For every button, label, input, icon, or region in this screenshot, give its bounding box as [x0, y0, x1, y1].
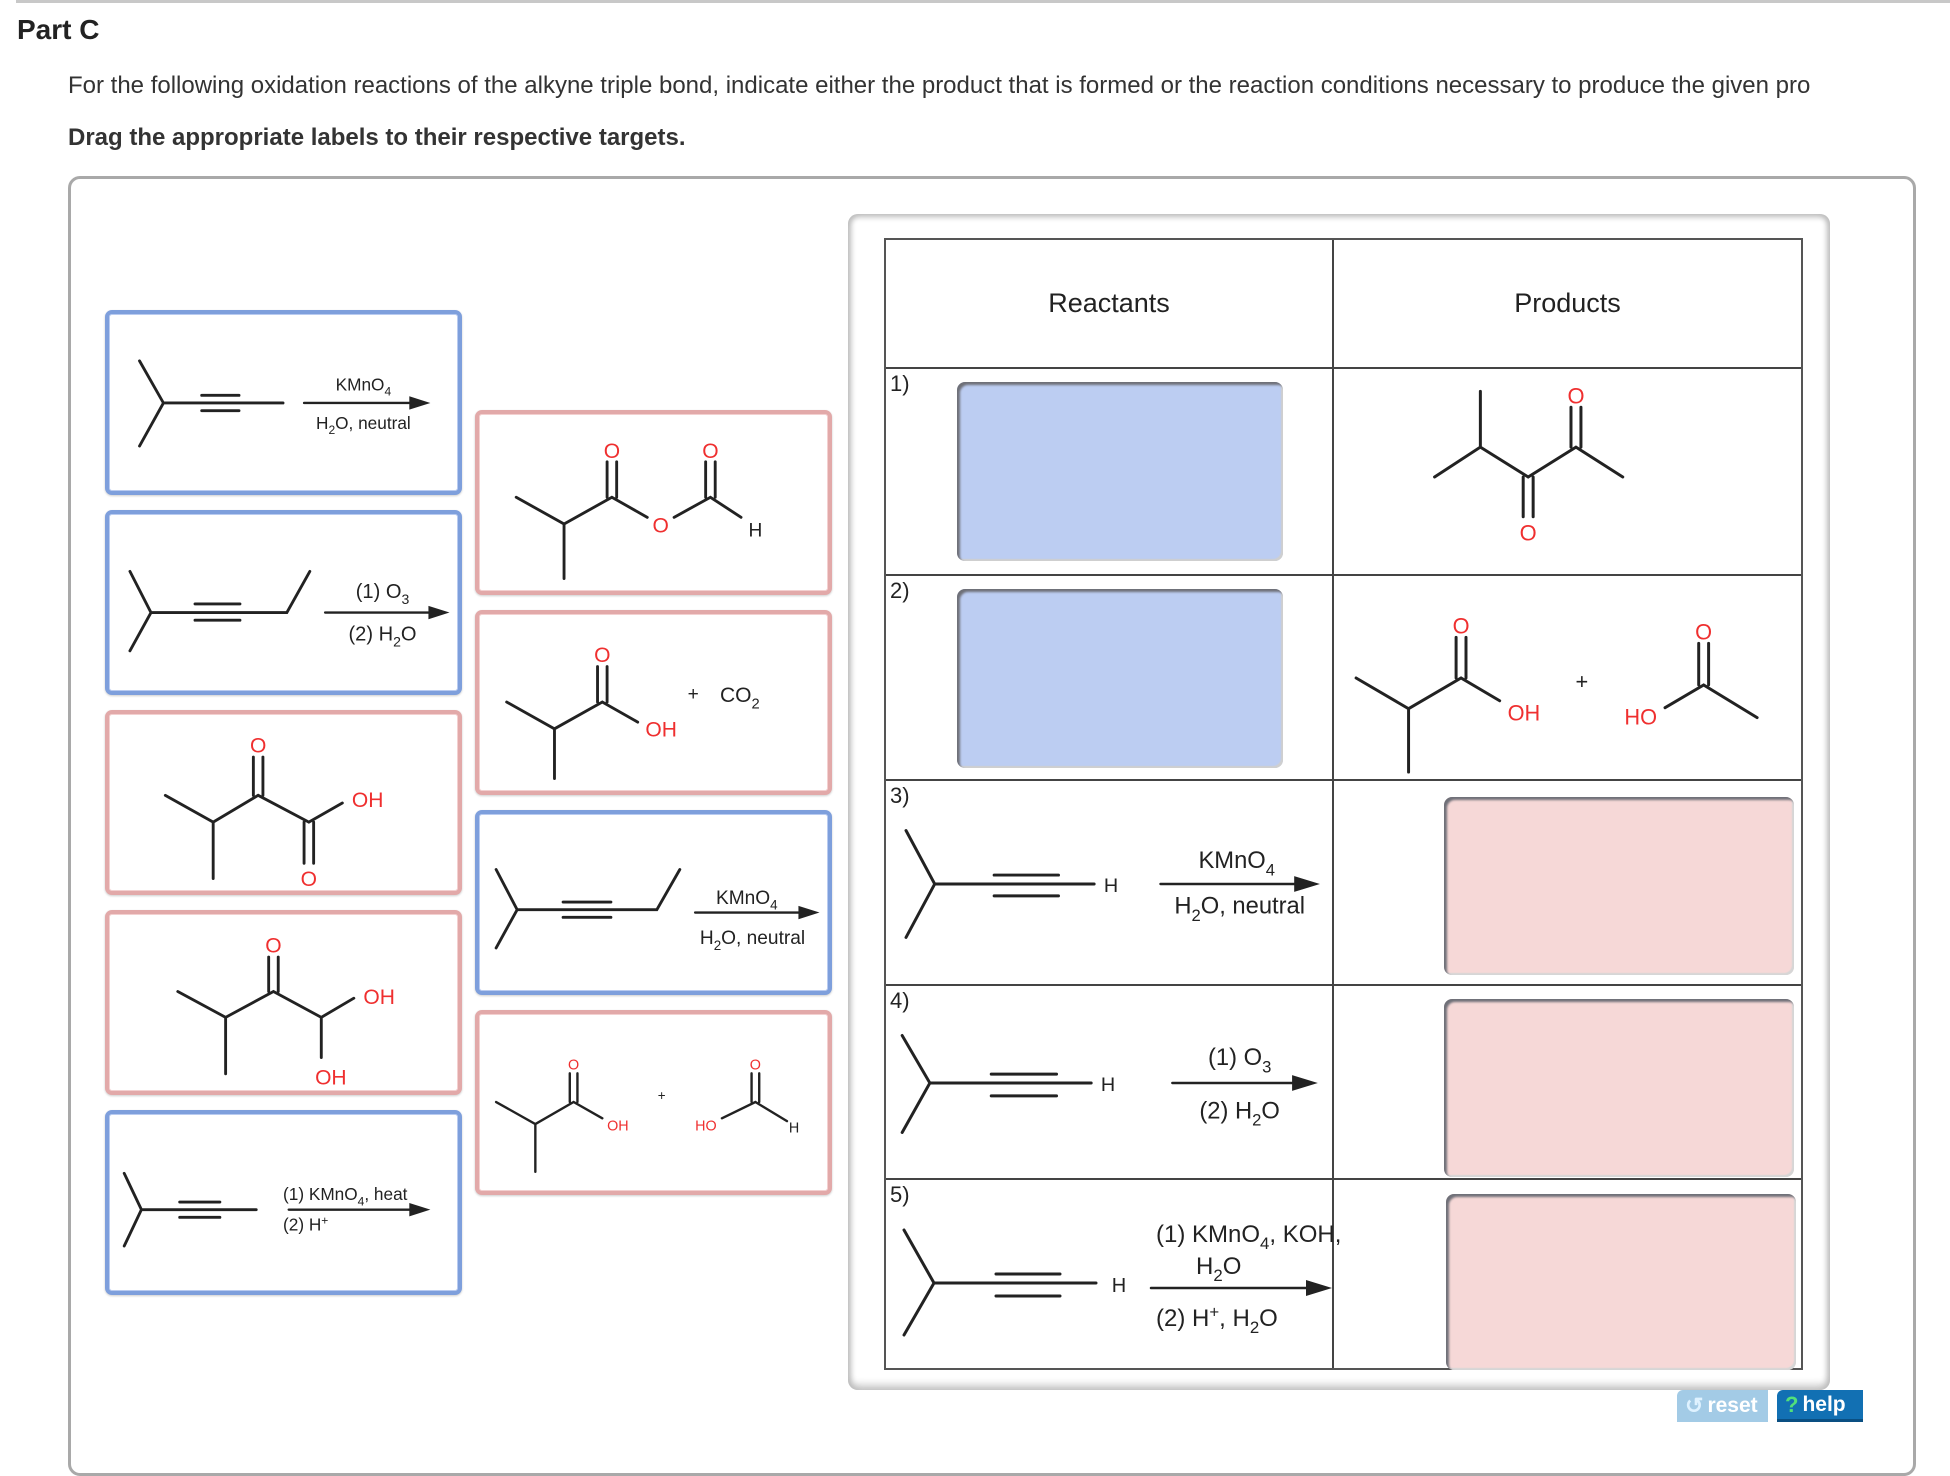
hydroxyl-label: HO [1624, 705, 1657, 730]
hydroxyl-label: OH [607, 1119, 629, 1135]
table-row-3: 3) H KMnO4​ H2​O, neutral [886, 781, 1801, 986]
hydroxyl-label: OH [315, 1066, 347, 1089]
reactant-cell-4: H (1) O3​ (2) H2​O [886, 986, 1332, 1178]
hydroxyl-label: OH [1508, 701, 1541, 726]
acid-formic-structure: O OH + O HO H [494, 1057, 799, 1174]
plus-sign: + [658, 1088, 666, 1103]
terminal-alkyne-reaction: H KMnO4​ H2​O, neutral [904, 829, 1320, 939]
acid-co2-structure: O OH + CO2​ [505, 644, 760, 780]
label-card-product-hydrate[interactable]: O OH OH [105, 910, 462, 1095]
reactant-cell-5: H (1) KMnO4​, KOH, H2​O (2) H+​, H2​O [886, 1180, 1341, 1370]
reagent-top: KMnO4​ [716, 888, 778, 913]
label-card-product-acid-co2[interactable]: O OH + CO2​ [475, 610, 832, 795]
hydrogen-label: H [789, 1121, 799, 1137]
reactant-cell-3: H KMnO4​ H2​O, neutral [886, 781, 1332, 984]
part-title: Part C [17, 14, 100, 45]
oxygen-label: O [1695, 619, 1712, 644]
hydroxyl-label: HO [695, 1119, 717, 1135]
row-number: 2) [890, 578, 910, 603]
product-drop-target-3[interactable] [1444, 797, 1794, 975]
oxygen-label: O [594, 644, 610, 667]
instruction-text: For the following oxidation reactions of… [68, 72, 1811, 99]
instruction-bold: Drag the appropriate labels to their res… [68, 124, 686, 151]
ketoacid-structure: O OH O [163, 734, 384, 891]
label-card-reactant-kmno4-neutral-2[interactable]: KMnO4​ H2​O, neutral [475, 810, 832, 995]
reset-label: reset [1707, 1394, 1758, 1417]
reagent-top-2: H2​O [1196, 1253, 1241, 1285]
oxygen-label: O [301, 868, 317, 891]
anhydride-structure: O O O H [514, 440, 762, 580]
reset-button[interactable]: ↺ reset [1677, 1390, 1768, 1422]
table-row-5: 5) H (1) KMnO4​, KOH, H2​O (2) H+​, H2​O [886, 1180, 1801, 1370]
label-card-product-ketoacid[interactable]: O OH O [105, 710, 462, 895]
oxygen-label: O [1567, 383, 1584, 408]
column-header-reactants: Reactants [886, 240, 1332, 369]
oxygen-label: O [750, 1057, 761, 1073]
reagent-top: (1) KMnO4​, heat [283, 1184, 408, 1208]
help-icon: ? [1785, 1391, 1799, 1417]
alkyne-structure: (1) O3​ (2) H2​O [128, 569, 450, 653]
reagent-top: KMnO4​ [336, 375, 392, 399]
alkyne-structure: KMnO4​ H2​O, neutral [138, 359, 431, 448]
hydroxyl-label: OH [352, 789, 384, 812]
reagent-bottom: (2) H+​, H2​O [1156, 1303, 1278, 1338]
reagent-top: KMnO4​ [1198, 847, 1275, 879]
column-header-products: Products [1334, 240, 1801, 369]
reagent-top: (1) O3​ [356, 581, 410, 607]
help-label: help [1802, 1392, 1846, 1416]
label-card-product-acid-formic[interactable]: O OH + O HO H [475, 1010, 832, 1195]
plus-sign: + [1575, 669, 1588, 694]
alkyne-structure: KMnO4​ H2​O, neutral [494, 868, 820, 953]
product-cell-1: O O [1334, 369, 1801, 574]
label-card-reactant-kmno4-neutral[interactable]: KMnO4​ H2​O, neutral [105, 310, 462, 495]
hydrogen-label: H [1101, 1074, 1115, 1096]
terminal-alkyne-reaction: H (1) KMnO4​, KOH, H2​O (2) H+​, H2​O [902, 1221, 1341, 1338]
hydrogen-label: H [748, 520, 762, 541]
hydroxyl-label: OH [363, 986, 395, 1009]
reagent-top: (1) KMnO4​, KOH, [1156, 1221, 1341, 1253]
reset-icon: ↺ [1685, 1393, 1704, 1418]
reagent-bottom: (2) H2​O [348, 623, 416, 649]
oxygen-label: O [568, 1057, 579, 1073]
hydrogen-label: H [1104, 875, 1118, 897]
reagent-bottom: H2​O, neutral [700, 928, 805, 953]
reagent-bottom: (2) H2​O [1199, 1098, 1280, 1130]
top-divider [16, 0, 1950, 3]
label-card-reactant-ozonolysis[interactable]: (1) O3​ (2) H2​O [105, 510, 462, 695]
table-row-4: 4) H (1) O3​ (2) H2​O [886, 986, 1801, 1180]
table-row-2: 2) O OH + O HO [886, 576, 1801, 781]
oxygen-label: O [250, 734, 266, 757]
reagent-bottom: H2​O, neutral [316, 413, 411, 437]
reagent-bottom: H2​O, neutral [1174, 893, 1305, 925]
product-drop-target-4[interactable] [1444, 999, 1794, 1177]
oxygen-label: O [1520, 521, 1537, 546]
label-card-product-anhydride[interactable]: O O O H [475, 410, 832, 595]
help-button[interactable]: ? help [1777, 1390, 1863, 1422]
oxygen-label: O [1453, 613, 1470, 638]
alkyne-structure: (1) KMnO4​, heat (2) H+​ [122, 1171, 431, 1248]
product-drop-target-5[interactable] [1446, 1194, 1796, 1370]
hydrogen-label: H [1112, 1275, 1126, 1297]
co2-label: CO2​ [720, 684, 760, 712]
reagent-bottom: (2) H+​ [283, 1214, 328, 1235]
table-row-1: 1) O O [886, 369, 1801, 576]
product-cell-2: O OH + O HO [1334, 576, 1801, 779]
reaction-table: Reactants Products 1) O O 2) O OH + O HO [884, 238, 1803, 1370]
oxygen-label: O [604, 440, 620, 463]
row-number: 1) [890, 371, 910, 396]
hydrate-structure: O OH OH [176, 934, 395, 1089]
oxygen-label: O [265, 934, 281, 957]
reactant-drop-target-1[interactable] [957, 382, 1283, 561]
plus-sign: + [688, 684, 699, 705]
two-acids-structure: O OH + O HO [1354, 613, 1759, 774]
reagent-top: (1) O3​ [1208, 1044, 1271, 1076]
reactant-drop-target-2[interactable] [957, 589, 1283, 768]
hydroxyl-label: OH [645, 718, 677, 741]
label-card-reactant-kmno4-heat[interactable]: (1) KMnO4​, heat (2) H+​ [105, 1110, 462, 1295]
diketone-structure: O O [1433, 383, 1625, 546]
terminal-alkyne-reaction: H (1) O3​ (2) H2​O [900, 1034, 1318, 1134]
ester-oxygen-label: O [652, 515, 668, 538]
oxygen-label: O [702, 440, 718, 463]
